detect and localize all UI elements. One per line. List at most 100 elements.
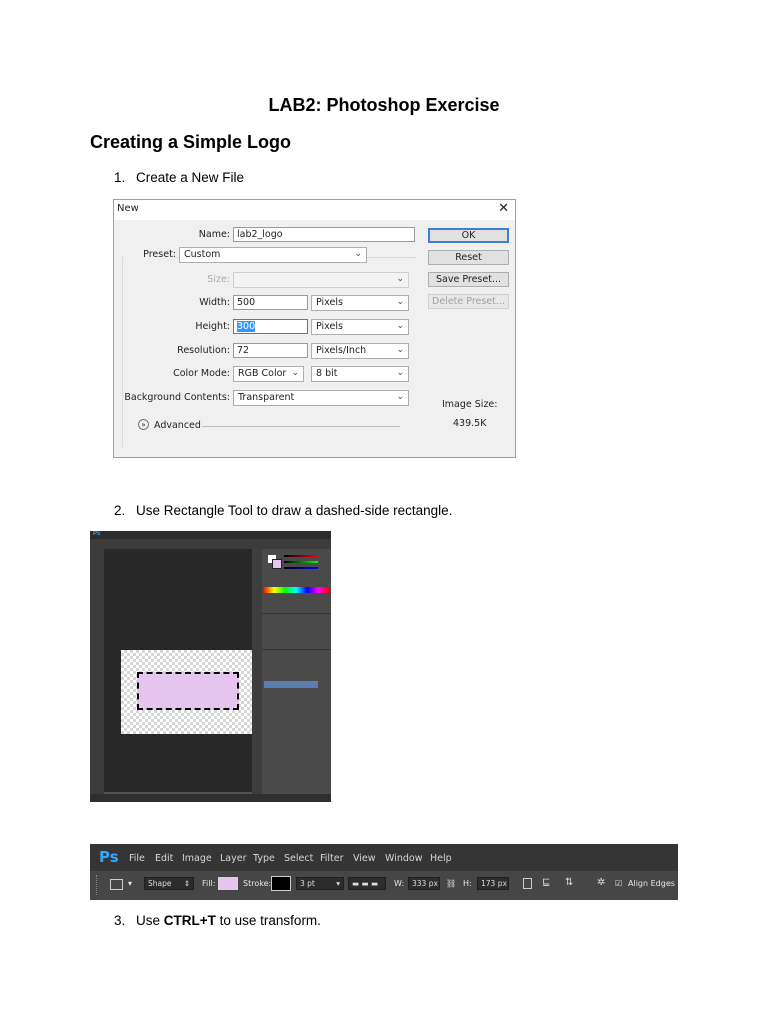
step-number: 2. bbox=[114, 503, 126, 518]
ps-panels bbox=[262, 549, 331, 794]
color-slider-r bbox=[284, 555, 318, 557]
tool-preset-chevron-icon[interactable]: ▾ bbox=[128, 879, 132, 888]
ps-logo: Ps bbox=[93, 531, 101, 537]
resolution-field[interactable]: 72 bbox=[233, 343, 308, 358]
link-icon[interactable]: ⛓ bbox=[446, 879, 456, 888]
name-field[interactable]: lab2_logo bbox=[233, 227, 415, 242]
w-label: W: bbox=[394, 879, 405, 888]
reset-button[interactable]: Reset bbox=[428, 250, 509, 265]
advanced-label: Advanced bbox=[154, 420, 201, 431]
bit-depth-value: 8 bit bbox=[316, 368, 338, 379]
layer-row-selected bbox=[264, 681, 318, 688]
fill-swatch[interactable] bbox=[218, 877, 238, 890]
stroke-swatch[interactable] bbox=[271, 876, 291, 891]
advanced-divider bbox=[202, 426, 400, 427]
preset-value: Custom bbox=[184, 249, 221, 260]
height-label: Height: bbox=[195, 321, 230, 332]
color-ramp bbox=[263, 587, 329, 593]
grip-handle bbox=[96, 875, 99, 895]
chevron-down-icon: ⌄ bbox=[291, 368, 299, 378]
ps-statusbar bbox=[90, 794, 331, 802]
background-select[interactable]: Transparent ⌄ bbox=[233, 390, 409, 406]
path-alignment-icon[interactable]: ⊑ bbox=[542, 877, 553, 889]
photoshop-options-bar-screenshot: Ps File Edit Image Layer Type Select Fil… bbox=[90, 844, 678, 900]
resolution-unit-select[interactable]: Pixels/Inch ⌄ bbox=[311, 343, 409, 359]
ok-button[interactable]: OK bbox=[428, 228, 509, 243]
rectangle-tool-icon[interactable] bbox=[110, 879, 123, 890]
chevron-down-icon: ⌄ bbox=[396, 321, 404, 331]
preset-select[interactable]: Custom ⌄ bbox=[179, 247, 367, 263]
step-text: Create a New File bbox=[136, 170, 245, 185]
height-field[interactable]: 300 bbox=[233, 319, 308, 334]
menu-type[interactable]: Type bbox=[253, 853, 275, 864]
step-1: 1. Create a New File bbox=[114, 170, 244, 185]
bit-depth-select[interactable]: 8 bit ⌄ bbox=[311, 366, 409, 382]
section-heading: Creating a Simple Logo bbox=[90, 132, 292, 152]
width-field[interactable]: 500 bbox=[233, 295, 308, 310]
ps-toolbox bbox=[90, 549, 104, 794]
menu-file[interactable]: File bbox=[129, 853, 145, 864]
stroke-width-value: 3 pt bbox=[300, 879, 315, 888]
h-field[interactable]: 173 px bbox=[477, 877, 509, 890]
chevron-down-icon: ⌄ bbox=[396, 368, 404, 378]
size-label: Size: bbox=[207, 274, 230, 285]
mode-select[interactable]: Shape ⇕ bbox=[144, 877, 194, 890]
ps-menubar: Ps bbox=[90, 531, 331, 539]
background-swatch bbox=[272, 559, 282, 569]
menu-help[interactable]: Help bbox=[430, 853, 452, 864]
step-text-pre: Use bbox=[136, 913, 164, 928]
width-unit-select[interactable]: Pixels ⌄ bbox=[311, 295, 409, 311]
stroke-type-select[interactable]: ▬ ▬ ▬ bbox=[348, 877, 386, 890]
menu-edit[interactable]: Edit bbox=[155, 853, 173, 864]
background-label: Background Contents: bbox=[124, 392, 230, 403]
ps-panel-strip bbox=[252, 549, 262, 794]
photoshop-workspace-screenshot: Ps bbox=[90, 531, 331, 802]
step-2: 2. Use Rectangle Tool to draw a dashed-si… bbox=[114, 503, 452, 518]
step-text-bold: CTRL+T bbox=[163, 913, 216, 928]
stroke-label: Stroke: bbox=[243, 879, 272, 888]
ps-canvas bbox=[121, 650, 256, 734]
save-preset-button[interactable]: Save Preset... bbox=[428, 272, 509, 287]
image-size-label: Image Size: bbox=[442, 399, 498, 410]
path-arrangement-icon[interactable]: ⇅ bbox=[565, 877, 576, 889]
background-value: Transparent bbox=[238, 392, 295, 403]
step-number: 1. bbox=[114, 170, 126, 185]
chevron-down-icon: ⌄ bbox=[396, 392, 404, 402]
w-field[interactable]: 333 px bbox=[408, 877, 440, 890]
color-mode-select[interactable]: RGB Color ⌄ bbox=[233, 366, 304, 382]
chevron-down-icon: ⌄ bbox=[396, 274, 404, 284]
delete-preset-button[interactable]: Delete Preset... bbox=[428, 294, 509, 309]
color-mode-label: Color Mode: bbox=[173, 368, 230, 379]
close-icon[interactable]: ✕ bbox=[498, 201, 509, 216]
menu-layer[interactable]: Layer bbox=[220, 853, 247, 864]
height-unit-select[interactable]: Pixels ⌄ bbox=[311, 319, 409, 335]
menu-select[interactable]: Select bbox=[284, 853, 313, 864]
panel-divider bbox=[262, 613, 331, 614]
align-edges-label: Align Edges bbox=[628, 879, 675, 888]
color-slider-g bbox=[284, 561, 318, 563]
size-select: ⌄ bbox=[233, 272, 409, 288]
resolution-label: Resolution: bbox=[177, 345, 230, 356]
align-edges-checkbox[interactable]: ☑ bbox=[615, 879, 622, 888]
group-left-border bbox=[122, 257, 123, 447]
dialog-titlebar: New ✕ bbox=[114, 200, 515, 220]
path-operations-icon[interactable] bbox=[523, 878, 532, 889]
step-text: Use Rectangle Tool to draw a dashed-side… bbox=[136, 503, 453, 518]
preset-label: Preset: bbox=[124, 249, 176, 260]
dashed-rectangle-shape bbox=[137, 672, 239, 710]
menu-image[interactable]: Image bbox=[182, 853, 212, 864]
dialog-title: New bbox=[117, 203, 139, 214]
menu-filter[interactable]: Filter bbox=[320, 853, 344, 864]
document-title: LAB2: Photoshop Exercise bbox=[268, 95, 500, 115]
width-unit-value: Pixels bbox=[316, 297, 343, 308]
stepper-icon: ⇕ bbox=[183, 879, 190, 888]
menu-view[interactable]: View bbox=[353, 853, 376, 864]
menu-window[interactable]: Window bbox=[385, 853, 422, 864]
step-text-post: to use transform. bbox=[215, 913, 321, 928]
chevron-down-icon: ⌄ bbox=[396, 297, 404, 307]
stroke-width-select[interactable]: 3 pt ▾ bbox=[296, 877, 344, 890]
ps-options-strip bbox=[90, 539, 331, 549]
expand-icon[interactable]: » bbox=[138, 419, 149, 430]
gear-icon[interactable]: ✲ bbox=[597, 877, 608, 889]
ps-tool-options-bar: ▾ Shape ⇕ Fill: Stroke: 3 pt ▾ ▬ ▬ ▬ W: … bbox=[90, 871, 678, 900]
